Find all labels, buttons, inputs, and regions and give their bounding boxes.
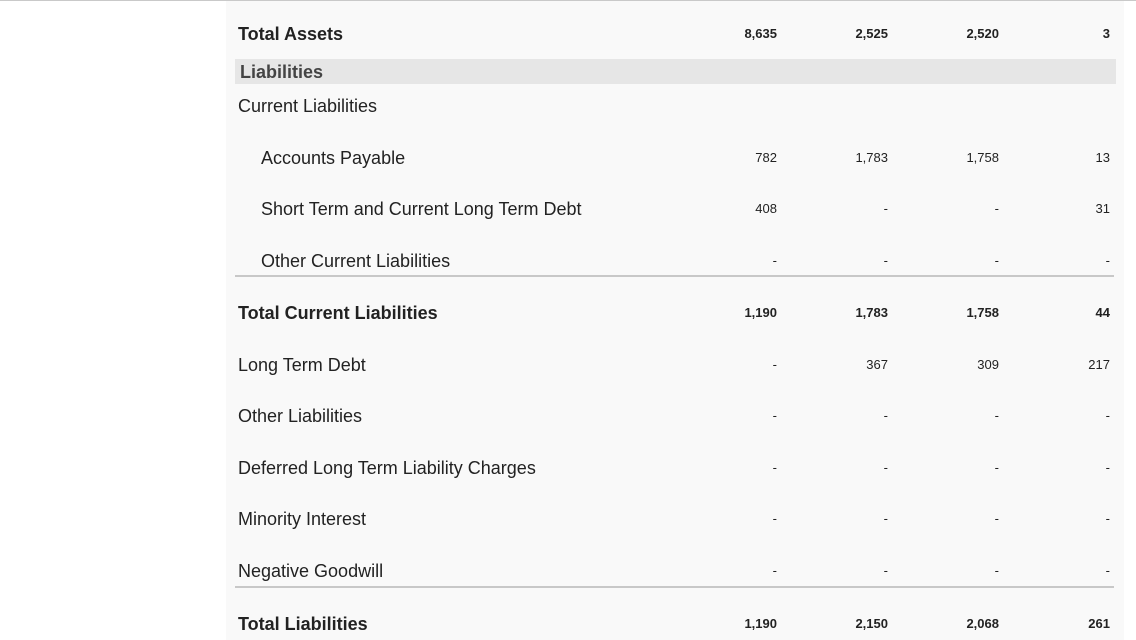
value-cell: 13 — [1095, 150, 1110, 165]
value-cell: 1,758 — [966, 150, 999, 165]
value-cell: - — [994, 201, 999, 216]
row-label: Short Term and Current Long Term Debt — [261, 199, 582, 219]
subtotal-divider — [235, 275, 1114, 277]
value-cell: - — [883, 460, 888, 475]
value-cell: - — [1105, 563, 1110, 578]
value-cell: 782 — [755, 150, 777, 165]
value-cell: - — [994, 408, 999, 423]
row-other-liabilities: Other Liabilities - - - - — [235, 403, 1116, 429]
value-cell: - — [772, 511, 777, 526]
value-cell: 3 — [1102, 26, 1110, 41]
value-cell: - — [994, 563, 999, 578]
row-label: Total Assets — [238, 24, 344, 44]
row-total-liabilities: Total Liabilities 1,190 2,150 2,068 261 — [235, 611, 1116, 637]
value-cell: - — [883, 253, 888, 268]
value-cell: - — [1105, 511, 1110, 526]
value-cell: 1,190 — [744, 616, 777, 631]
value-cell: 44 — [1095, 305, 1110, 320]
value-cell: 2,068 — [966, 616, 999, 631]
value-cell: 408 — [755, 201, 777, 216]
value-cell: - — [883, 408, 888, 423]
row-short-term-debt: Short Term and Current Long Term Debt 40… — [235, 196, 1116, 222]
row-label: Deferred Long Term Liability Charges — [238, 458, 536, 478]
row-total-assets: Total Assets 8,635 2,525 2,520 3 — [235, 21, 1116, 47]
row-label: Negative Goodwill — [238, 561, 384, 581]
row-minority-interest: Minority Interest - - - - — [235, 506, 1116, 532]
value-cell: 367 — [866, 357, 888, 372]
value-cell: 1,783 — [855, 305, 888, 320]
value-cell: 2,150 — [855, 616, 888, 631]
value-cell: 1,758 — [966, 305, 999, 320]
row-total-current-liabilities: Total Current Liabilities 1,190 1,783 1,… — [235, 300, 1116, 326]
value-cell: - — [1105, 408, 1110, 423]
value-cell: - — [772, 253, 777, 268]
total-divider — [235, 586, 1114, 588]
value-cell: - — [883, 563, 888, 578]
value-cell: 309 — [977, 357, 999, 372]
row-deferred-lt-liability-charges: Deferred Long Term Liability Charges - -… — [235, 455, 1116, 481]
value-cell: 31 — [1095, 201, 1110, 216]
row-label: Total Current Liabilities — [238, 303, 438, 323]
page: Total Assets 8,635 2,525 2,520 3 Liabili… — [0, 0, 1136, 640]
value-cell: - — [1105, 460, 1110, 475]
value-cell: 217 — [1088, 357, 1110, 372]
value-cell: - — [883, 201, 888, 216]
value-cell: 8,635 — [744, 26, 777, 41]
row-negative-goodwill: Negative Goodwill - - - - — [235, 558, 1116, 584]
value-cell: - — [772, 460, 777, 475]
section-header-liabilities: Liabilities — [235, 59, 1116, 84]
value-cell: - — [994, 511, 999, 526]
row-label: Other Current Liabilities — [261, 251, 451, 271]
value-cell: - — [994, 253, 999, 268]
value-cell: 261 — [1088, 616, 1110, 631]
row-label: Total Liabilities — [238, 614, 368, 634]
value-cell: 2,520 — [966, 26, 999, 41]
value-cell: - — [1105, 253, 1110, 268]
section-title: Liabilities — [240, 62, 324, 82]
value-cell: 1,190 — [744, 305, 777, 320]
value-cell: - — [772, 563, 777, 578]
row-label: Minority Interest — [238, 509, 367, 529]
row-current-liabilities-heading: Current Liabilities — [235, 93, 1116, 119]
row-label: Accounts Payable — [261, 148, 406, 168]
row-accounts-payable: Accounts Payable 782 1,783 1,758 13 — [235, 145, 1116, 171]
row-label: Long Term Debt — [238, 355, 366, 375]
value-cell: - — [772, 357, 777, 372]
value-cell: 2,525 — [855, 26, 888, 41]
row-other-current-liabilities: Other Current Liabilities - - - - — [235, 248, 1116, 274]
value-cell: - — [883, 511, 888, 526]
value-cell: - — [994, 460, 999, 475]
value-cell: - — [772, 408, 777, 423]
row-label: Other Liabilities — [238, 406, 363, 426]
value-cell: 1,783 — [855, 150, 888, 165]
row-label: Current Liabilities — [238, 96, 378, 116]
row-long-term-debt: Long Term Debt - 367 309 217 — [235, 352, 1116, 378]
